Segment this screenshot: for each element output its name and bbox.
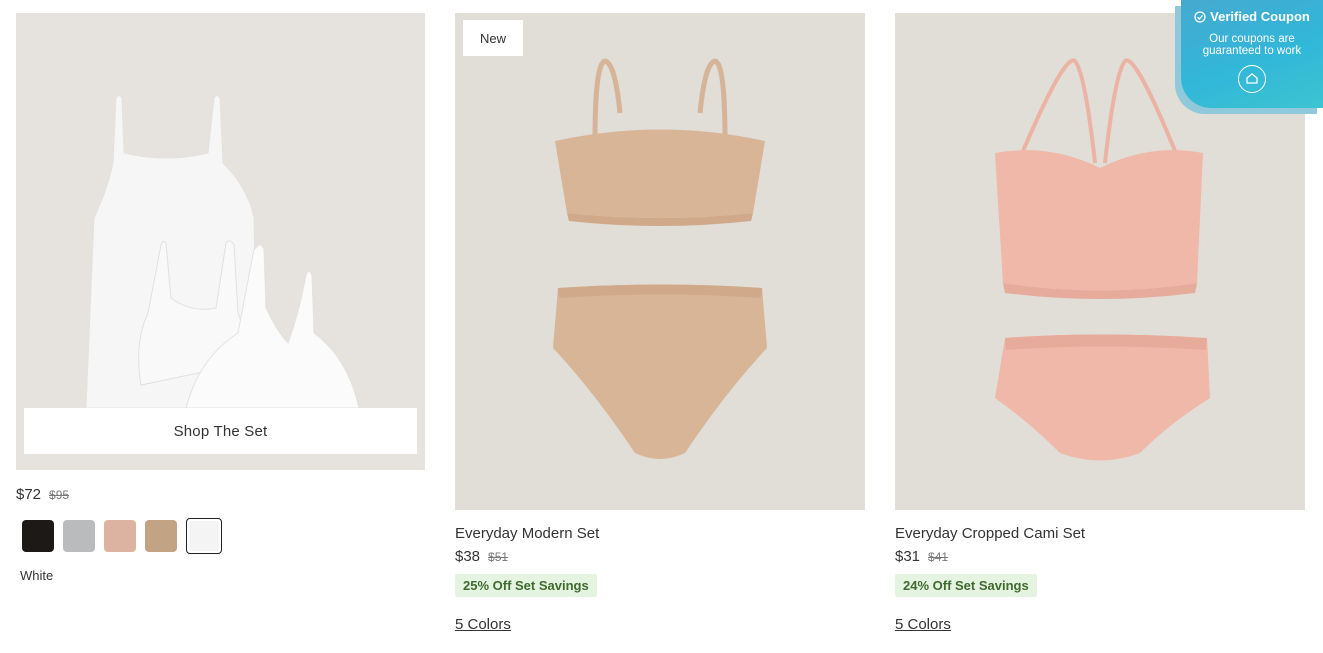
- swatch-white-selected[interactable]: [186, 518, 222, 554]
- coupon-logo-icon[interactable]: [1238, 65, 1266, 93]
- modern-set-illustration: [455, 13, 865, 510]
- colors-link[interactable]: 5 Colors: [455, 616, 865, 633]
- colors-link[interactable]: 5 Colors: [895, 616, 1305, 633]
- swatch-black[interactable]: [22, 520, 54, 552]
- color-swatches: [22, 518, 425, 554]
- old-price: $41: [928, 550, 949, 564]
- swatch-heather-grey[interactable]: [63, 520, 95, 552]
- white-set-illustration: [16, 13, 425, 470]
- price-row: $31 $41: [895, 548, 1305, 570]
- savings-badge: 24% Off Set Savings: [895, 574, 1037, 597]
- check-circle-icon: [1194, 10, 1206, 23]
- swatch-tan[interactable]: [145, 520, 177, 552]
- price: $72: [16, 486, 42, 503]
- new-badge: New: [463, 20, 523, 56]
- old-price: $95: [49, 488, 70, 502]
- product-name[interactable]: Everyday Cropped Cami Set: [895, 525, 1305, 545]
- selected-color-label: White: [20, 568, 54, 583]
- price: $31: [895, 548, 921, 565]
- verified-coupon-widget[interactable]: Verified Coupon Our coupons are guarante…: [1181, 0, 1323, 108]
- coupon-subtitle: Our coupons are guaranteed to work: [1202, 33, 1302, 57]
- price: $38: [455, 548, 481, 565]
- price-row: $72 $95: [16, 486, 425, 508]
- shop-the-set-button[interactable]: Shop The Set: [24, 408, 417, 454]
- product-image-modern-set[interactable]: New: [455, 13, 865, 510]
- product-card-white-set[interactable]: Shop The Set $72 $95 White: [16, 13, 425, 583]
- product-image-white-set[interactable]: Shop The Set: [16, 13, 425, 470]
- product-name[interactable]: Everyday Modern Set: [455, 525, 865, 545]
- product-card-everyday-modern-set[interactable]: New Everyday Modern Set $38 $51 25% Off …: [455, 13, 865, 633]
- tag-icon: [1246, 73, 1258, 84]
- old-price: $51: [488, 550, 509, 564]
- price-row: $38 $51: [455, 548, 865, 570]
- coupon-title-row: Verified Coupon: [1181, 9, 1323, 24]
- savings-badge: 25% Off Set Savings: [455, 574, 597, 597]
- coupon-title: Verified Coupon: [1210, 9, 1310, 24]
- swatch-rose[interactable]: [104, 520, 136, 552]
